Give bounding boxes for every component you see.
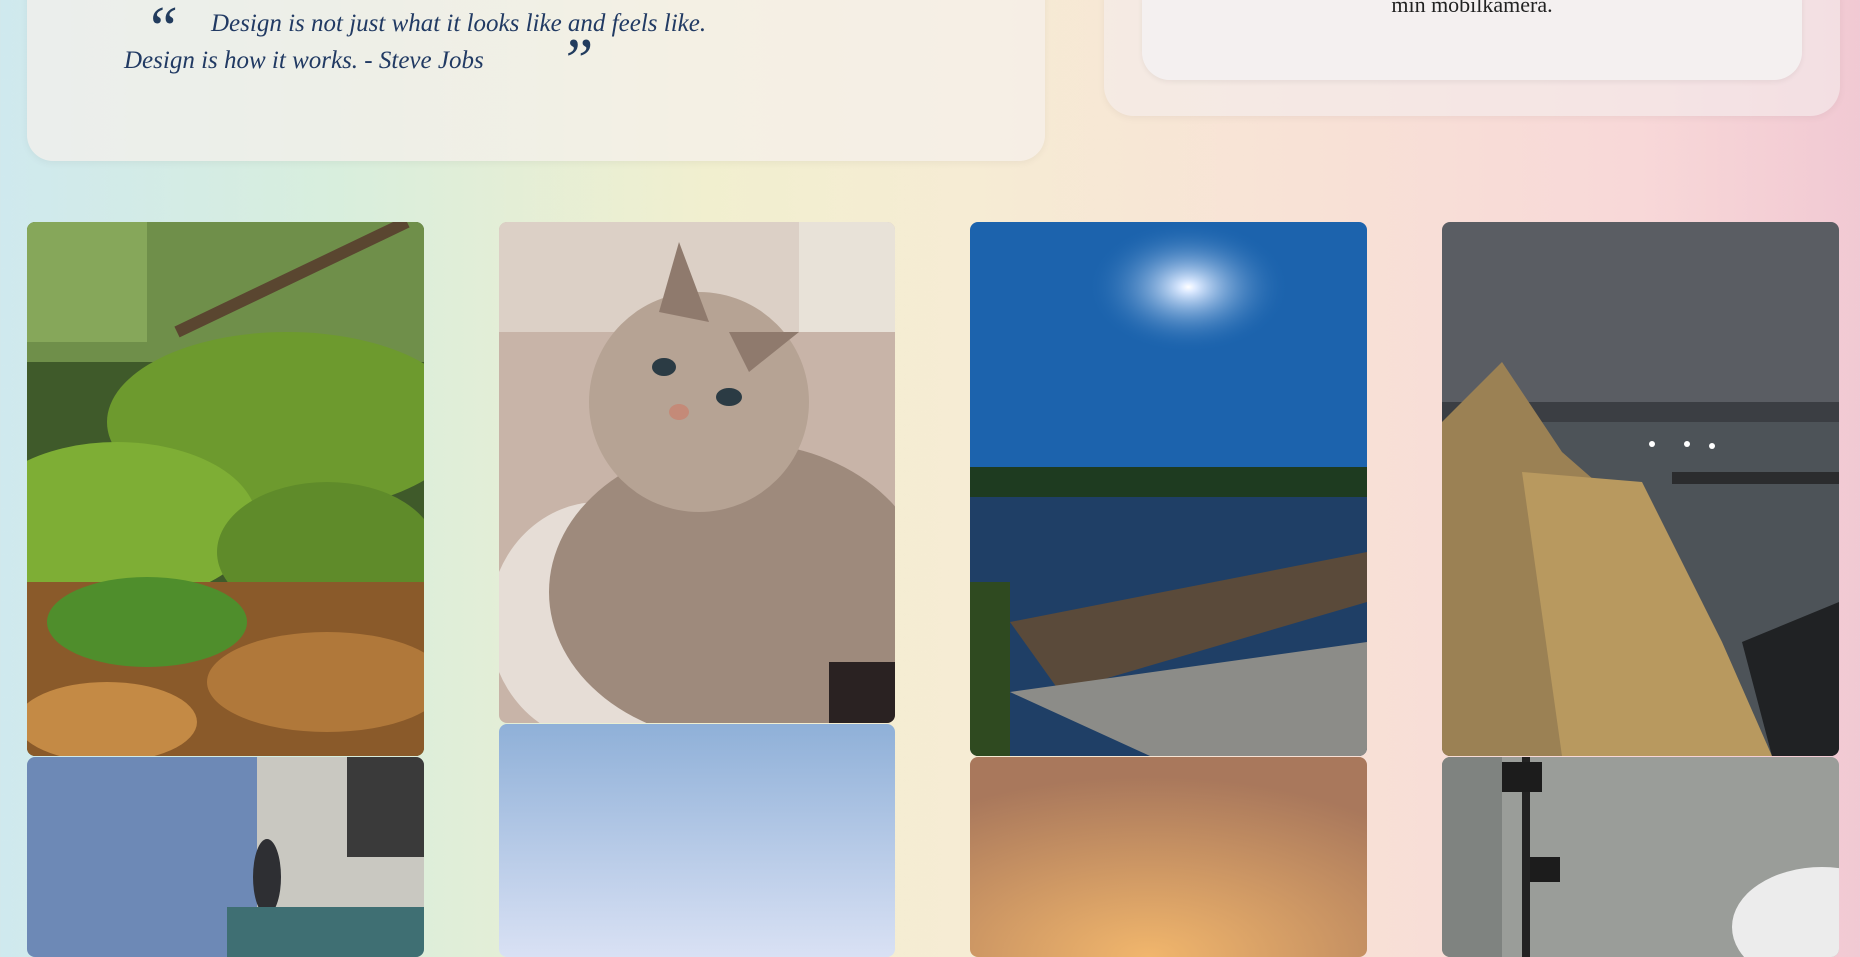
- grey-room-image: [1442, 757, 1839, 957]
- intro-card-inner: min mobilkamera.: [1142, 0, 1802, 80]
- lake-pier-image: [970, 222, 1367, 756]
- photo-orange-sunset[interactable]: [970, 757, 1367, 957]
- intro-card: min mobilkamera.: [1104, 0, 1840, 116]
- quote-line-1: Design is not just what it looks like an…: [211, 10, 707, 37]
- photo-moss-forest[interactable]: [27, 222, 424, 756]
- night-reeds-image: [1442, 222, 1839, 756]
- quote-card: “ Design is not just what it looks like …: [27, 0, 1045, 161]
- statue-image: [27, 757, 424, 957]
- photo-pale-sky[interactable]: [499, 724, 895, 957]
- cat-image: [499, 222, 895, 723]
- close-quote-icon: ”: [559, 27, 594, 95]
- quote-line-2: Design is how it works. - Steve Jobs: [124, 47, 484, 74]
- photo-lake-pier[interactable]: [970, 222, 1367, 756]
- sunset-image: [970, 757, 1367, 957]
- moss-forest-image: [27, 222, 424, 756]
- photo-grey-room[interactable]: [1442, 757, 1839, 957]
- pale-sky-image: [499, 724, 895, 957]
- photo-fluffy-cat[interactable]: [499, 222, 895, 723]
- intro-text: min mobilkamera.: [1391, 0, 1553, 17]
- photo-statue-sky[interactable]: [27, 757, 424, 957]
- photo-night-reeds[interactable]: [1442, 222, 1839, 756]
